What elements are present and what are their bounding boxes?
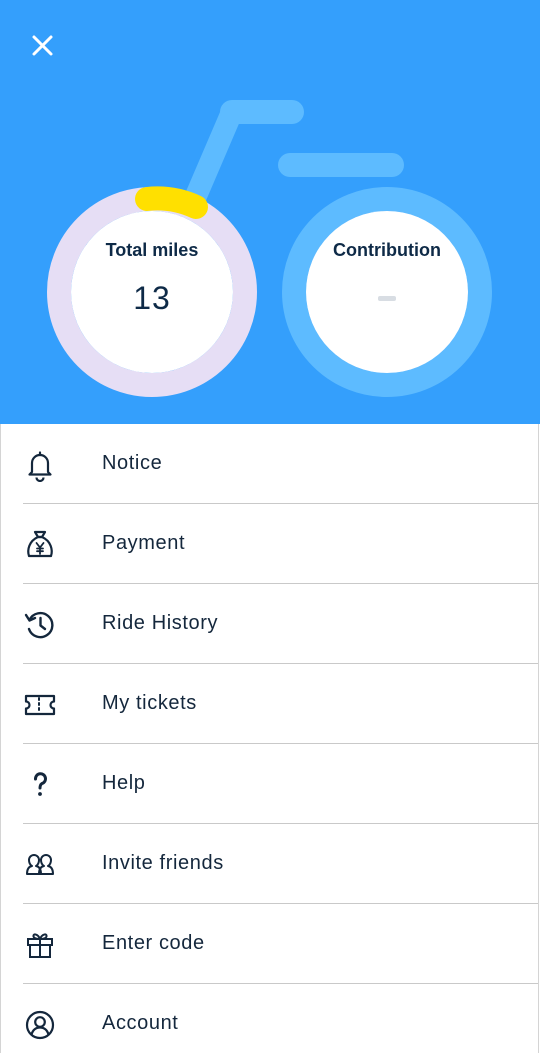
menu-list: Notice Payment Ride History My tickets H… — [0, 424, 539, 1053]
menu-item-notice[interactable]: Notice — [1, 424, 539, 504]
history-icon — [24, 611, 54, 639]
account-icon — [25, 1010, 55, 1040]
menu-item-my-tickets[interactable]: My tickets — [1, 664, 539, 744]
close-button[interactable] — [22, 25, 62, 65]
menu-label-my-tickets: My tickets — [102, 692, 197, 714]
close-icon — [32, 35, 53, 56]
menu-item-enter-code[interactable]: Enter code — [1, 904, 539, 984]
total-miles-label: Total miles — [105, 240, 199, 260]
miles-progress-indicator — [135, 186, 208, 219]
menu-label-invite-friends: Invite friends — [102, 852, 224, 874]
menu-label-ride-history: Ride History — [102, 612, 219, 634]
menu-label-enter-code: Enter code — [102, 932, 205, 954]
menu-item-help[interactable]: Help — [1, 744, 539, 824]
question-icon — [34, 772, 47, 796]
menu-item-ride-history[interactable]: Ride History — [1, 584, 539, 664]
ticket-icon — [24, 694, 56, 716]
menu-label-help: Help — [102, 772, 146, 794]
bike-illustration — [47, 100, 492, 397]
contribution-empty-dash — [378, 296, 396, 301]
menu-item-account[interactable]: Account — [1, 984, 539, 1064]
profile-header: Total miles 13 Contribution — [0, 0, 540, 424]
menu-item-payment[interactable]: Payment — [1, 504, 539, 584]
money-bag-icon — [27, 530, 53, 558]
gift-icon — [27, 933, 53, 958]
menu-item-invite-friends[interactable]: Invite friends — [1, 824, 539, 904]
contribution-label: Contribution — [333, 240, 441, 260]
menu-label-payment: Payment — [102, 532, 186, 554]
total-miles-value: 13 — [133, 280, 171, 316]
bell-icon — [28, 451, 52, 482]
menu-label-notice: Notice — [102, 452, 163, 474]
menu-label-account: Account — [102, 1012, 179, 1034]
friends-icon — [26, 854, 54, 875]
